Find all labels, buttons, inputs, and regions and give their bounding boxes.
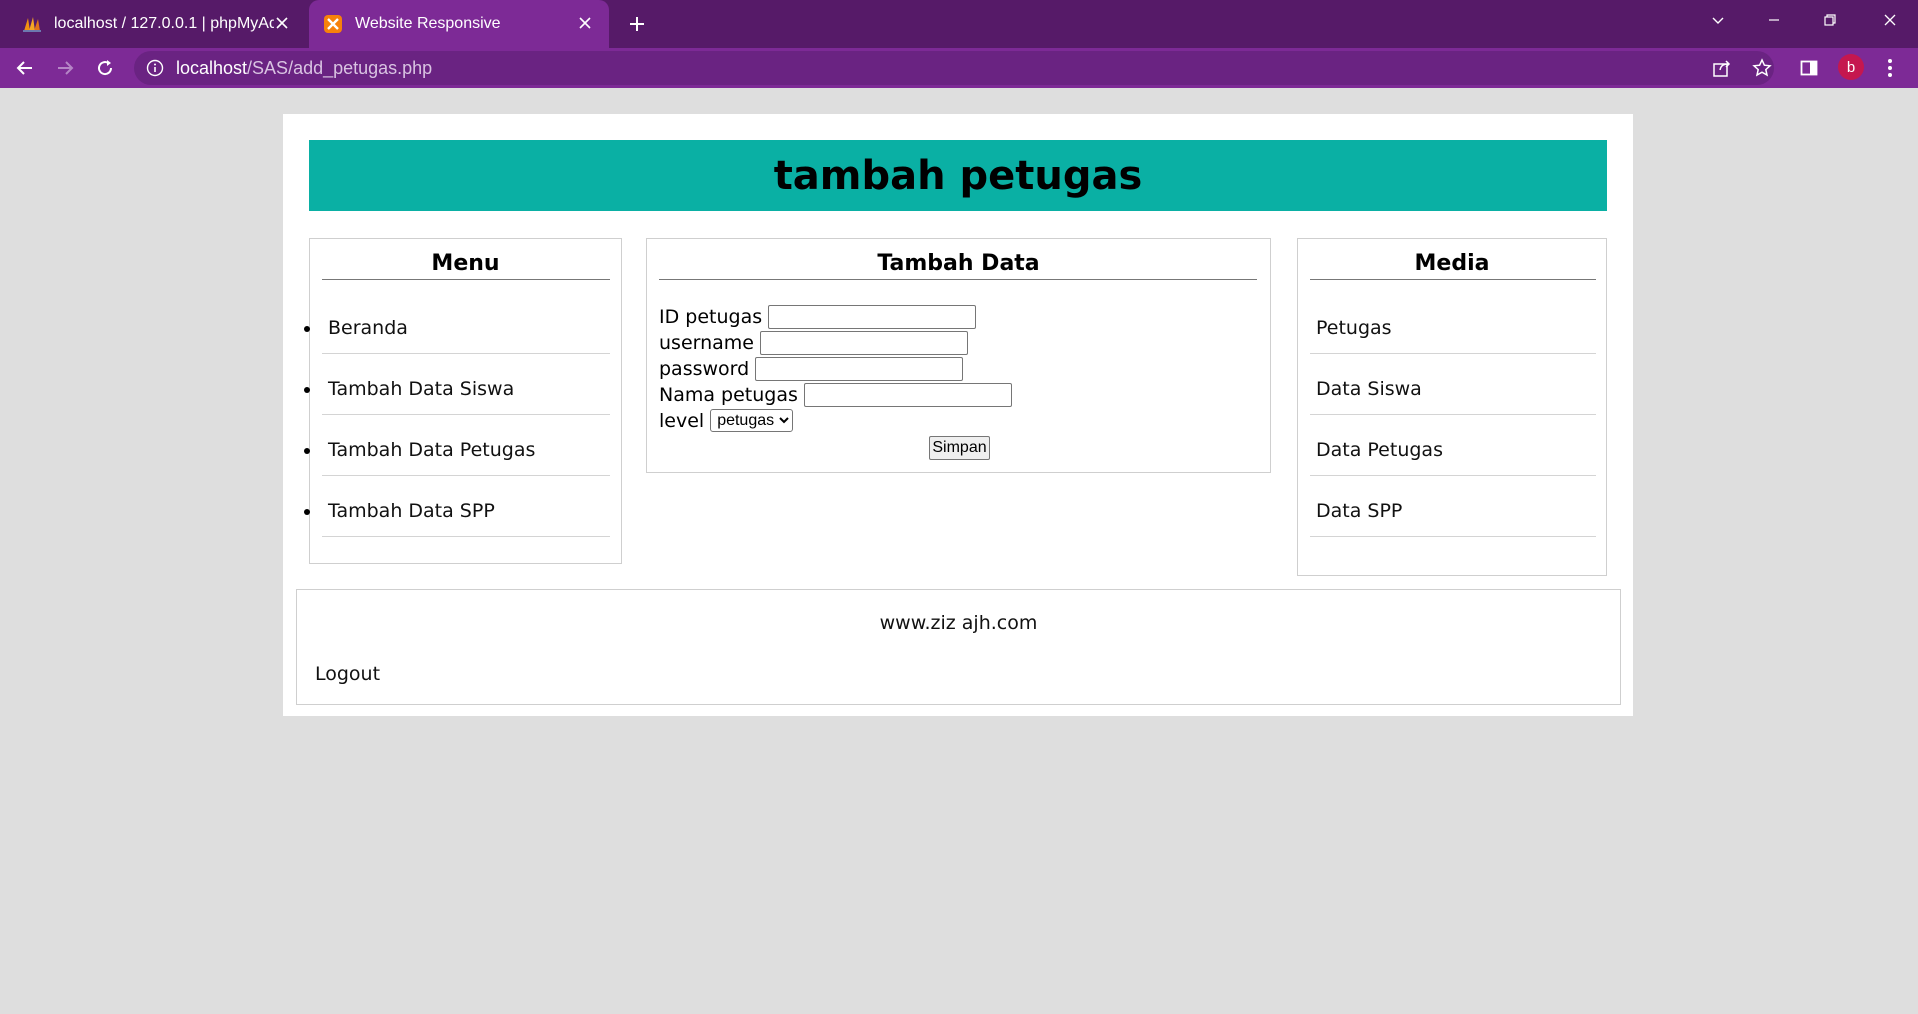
list-bullet [304,509,310,515]
password-label: password [659,358,750,380]
address-bar[interactable]: localhost/SAS/add_petugas.php [134,51,1774,85]
list-bullet [304,448,310,454]
page-footer: www.ziz ajh.com Logout [296,589,1621,705]
simpan-button[interactable]: Simpan [929,436,990,460]
close-tab-icon[interactable] [272,13,292,33]
menu-item-tambah-data-spp[interactable]: Tambah Data SPP [328,500,495,522]
url-path: /SAS/add_petugas.php [247,58,433,78]
new-tab-button[interactable] [622,9,652,39]
form-row-level: level petugas [659,409,794,432]
logout-link[interactable]: Logout [315,663,380,685]
divider [1310,536,1596,537]
username-label: username [659,332,754,354]
page-title: tambah petugas [773,152,1143,199]
form-panel: Tambah Data ID petugas username password… [646,238,1271,473]
divider [322,414,610,415]
tab-title: Website Responsive [355,15,501,32]
tab-website-responsive[interactable]: Website Responsive [309,0,609,48]
more-menu-icon[interactable] [1877,55,1903,81]
media-item-data-spp[interactable]: Data SPP [1316,500,1402,522]
form-row-username: username [659,331,968,355]
profile-avatar[interactable]: b [1838,54,1864,80]
menu-panel: Menu Beranda Tambah Data Siswa Tambah Da… [304,238,622,564]
level-select[interactable]: petugas [710,409,794,432]
form-row-password: password [659,357,964,381]
phpmyadmin-favicon-icon [22,14,42,34]
media-item-data-petugas[interactable]: Data Petugas [1316,439,1443,461]
form-row-nama-petugas: Nama petugas [659,383,1012,407]
menu-item-tambah-data-petugas[interactable]: Tambah Data Petugas [328,439,535,461]
media-item-data-siswa[interactable]: Data Siswa [1316,378,1422,400]
password-input[interactable] [755,357,964,381]
divider [1310,414,1596,415]
close-window-icon[interactable] [1862,0,1918,40]
id-petugas-label: ID petugas [659,306,763,328]
page-header: tambah petugas [309,140,1607,211]
tab-title: localhost / 127.0.0.1 | phpMyAdmin [54,15,274,32]
media-item-petugas[interactable]: Petugas [1316,317,1392,339]
id-petugas-input[interactable] [768,305,977,329]
media-panel: Media Petugas Data Siswa Data Petugas Da… [1297,238,1607,576]
media-title-rule [1310,279,1596,280]
restore-icon[interactable] [1802,0,1858,40]
footer-site-text: www.ziz ajh.com [879,612,1038,634]
nama-petugas-input[interactable] [803,383,1012,407]
menu-title-rule [322,279,610,280]
list-bullet [304,326,310,332]
site-info-icon[interactable] [146,59,164,77]
divider [1310,475,1596,476]
divider [322,475,610,476]
browser-tab-strip: localhost / 127.0.0.1 | phpMyAdmin Websi… [0,0,1918,48]
level-label: level [659,409,705,432]
back-arrow-icon[interactable] [9,52,41,84]
nama-petugas-label: Nama petugas [659,384,798,406]
username-input[interactable] [760,331,968,355]
tab-search-chevron-down-icon[interactable] [1690,0,1746,40]
minimize-icon[interactable] [1746,0,1802,40]
list-bullet [304,387,310,393]
browser-toolbar: localhost/SAS/add_petugas.php [0,48,1918,88]
forward-arrow-icon[interactable] [49,52,81,84]
share-icon[interactable] [1711,57,1733,79]
close-tab-icon[interactable] [575,13,595,33]
menu-title: Menu [431,251,500,276]
form-title: Tambah Data [877,251,1040,276]
side-panel-icon[interactable] [1796,55,1822,81]
menu-item-beranda[interactable]: Beranda [328,317,408,339]
divider [322,353,610,354]
divider [1310,353,1596,354]
menu-item-tambah-data-siswa[interactable]: Tambah Data Siswa [328,378,514,400]
form-row-id-petugas: ID petugas [659,305,977,329]
xampp-favicon-icon [323,14,343,34]
tab-phpmyadmin[interactable]: localhost / 127.0.0.1 | phpMyAdmin [0,0,306,48]
page-container: tambah petugas Menu Beranda Tambah Data … [283,114,1633,716]
media-title: Media [1414,251,1490,276]
url-host: localhost [176,58,248,78]
url-text: localhost/SAS/add_petugas.php [176,58,432,79]
divider [322,536,610,537]
reload-icon[interactable] [89,52,121,84]
bookmark-star-icon[interactable] [1751,57,1773,79]
form-title-rule [659,279,1257,280]
